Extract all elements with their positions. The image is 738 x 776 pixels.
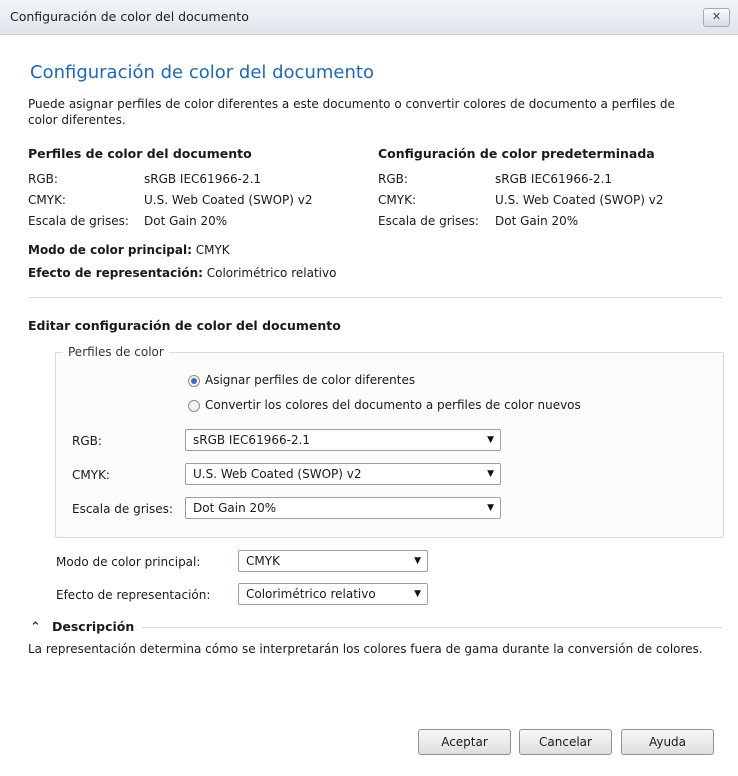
section-divider: [28, 297, 722, 298]
edit-intent-label: Efecto de representación:: [56, 588, 211, 602]
doc-gray-value: Dot Gain 20%: [144, 214, 228, 228]
description-divider: [142, 627, 722, 628]
default-rgb-value: sRGB IEC61966-2.1: [495, 172, 613, 186]
default-cmyk-value: U.S. Web Coated (SWOP) v2: [495, 193, 664, 207]
rendering-intent-value: Colorimétrico relativo: [246, 587, 376, 601]
rendering-intent-select[interactable]: Colorimétrico relativo ▼: [238, 583, 428, 605]
doc-rgb-value: sRGB IEC61966-2.1: [144, 172, 262, 186]
collapse-description-icon[interactable]: ⌃: [30, 620, 41, 635]
summary-intent-value: Colorimétrico relativo: [206, 266, 337, 280]
chevron-down-icon: ▼: [487, 503, 494, 513]
edit-section-title: Editar configuración de color del docume…: [28, 318, 341, 333]
close-icon: ✕: [711, 10, 722, 23]
assign-profiles-radio[interactable]: [188, 375, 200, 387]
description-text: La representación determina cómo se inte…: [28, 642, 703, 656]
chevron-down-icon: ▼: [414, 556, 421, 566]
dialog-heading: Configuración de color del documento: [30, 62, 374, 83]
chevron-down-icon: ▼: [487, 469, 494, 479]
edit-rgb-label: RGB:: [72, 434, 102, 448]
convert-colors-radio[interactable]: [188, 400, 200, 412]
ok-button[interactable]: Aceptar: [418, 729, 511, 755]
color-mode-select[interactable]: CMYK ▼: [238, 550, 428, 572]
default-gray-value: Dot Gain 20%: [495, 214, 579, 228]
chevron-down-icon: ▼: [414, 589, 421, 599]
doc-cmyk-value: U.S. Web Coated (SWOP) v2: [144, 193, 313, 207]
color-profiles-group-label: Perfiles de color: [63, 345, 169, 359]
help-button[interactable]: Ayuda: [621, 729, 714, 755]
assign-profiles-label[interactable]: Asignar perfiles de color diferentes: [205, 373, 415, 387]
default-profiles-title: Configuración de color predeterminada: [378, 146, 655, 161]
default-cmyk-label: CMYK:: [378, 193, 416, 207]
cmyk-profile-value: U.S. Web Coated (SWOP) v2: [193, 467, 362, 481]
cmyk-profile-select[interactable]: U.S. Web Coated (SWOP) v2 ▼: [185, 463, 501, 485]
intro-text: Puede asignar perfiles de color diferent…: [28, 97, 675, 127]
doc-profiles-title: Perfiles de color del documento: [28, 146, 252, 161]
edit-mode-label: Modo de color principal:: [56, 555, 201, 569]
chevron-down-icon: ▼: [487, 435, 494, 445]
rgb-profile-select[interactable]: sRGB IEC61966-2.1 ▼: [185, 429, 501, 451]
gray-profile-value: Dot Gain 20%: [193, 501, 277, 515]
edit-cmyk-label: CMYK:: [72, 468, 110, 482]
close-button[interactable]: ✕: [703, 8, 730, 27]
rgb-profile-value: sRGB IEC61966-2.1: [193, 433, 311, 447]
gray-profile-select[interactable]: Dot Gain 20% ▼: [185, 497, 501, 519]
convert-colors-label[interactable]: Convertir los colores del documento a pe…: [205, 398, 581, 412]
title-bar: Configuración de color del documento ✕: [0, 0, 738, 35]
doc-gray-label: Escala de grises:: [28, 214, 129, 228]
summary-mode: Modo de color principal: CMYK: [28, 243, 230, 257]
window-title: Configuración de color del documento: [10, 9, 249, 24]
summary-mode-value: CMYK: [195, 243, 230, 257]
cancel-button[interactable]: Cancelar: [519, 729, 612, 755]
default-rgb-label: RGB:: [378, 172, 408, 186]
color-mode-value: CMYK: [246, 554, 280, 568]
doc-cmyk-label: CMYK:: [28, 193, 66, 207]
summary-intent: Efecto de representación: Colorimétrico …: [28, 266, 336, 280]
description-title: Descripción: [52, 619, 135, 634]
edit-gray-label: Escala de grises:: [72, 502, 173, 516]
doc-rgb-label: RGB:: [28, 172, 58, 186]
summary-intent-label: Efecto de representación:: [28, 266, 203, 280]
default-gray-label: Escala de grises:: [378, 214, 479, 228]
summary-mode-label: Modo de color principal:: [28, 243, 192, 257]
